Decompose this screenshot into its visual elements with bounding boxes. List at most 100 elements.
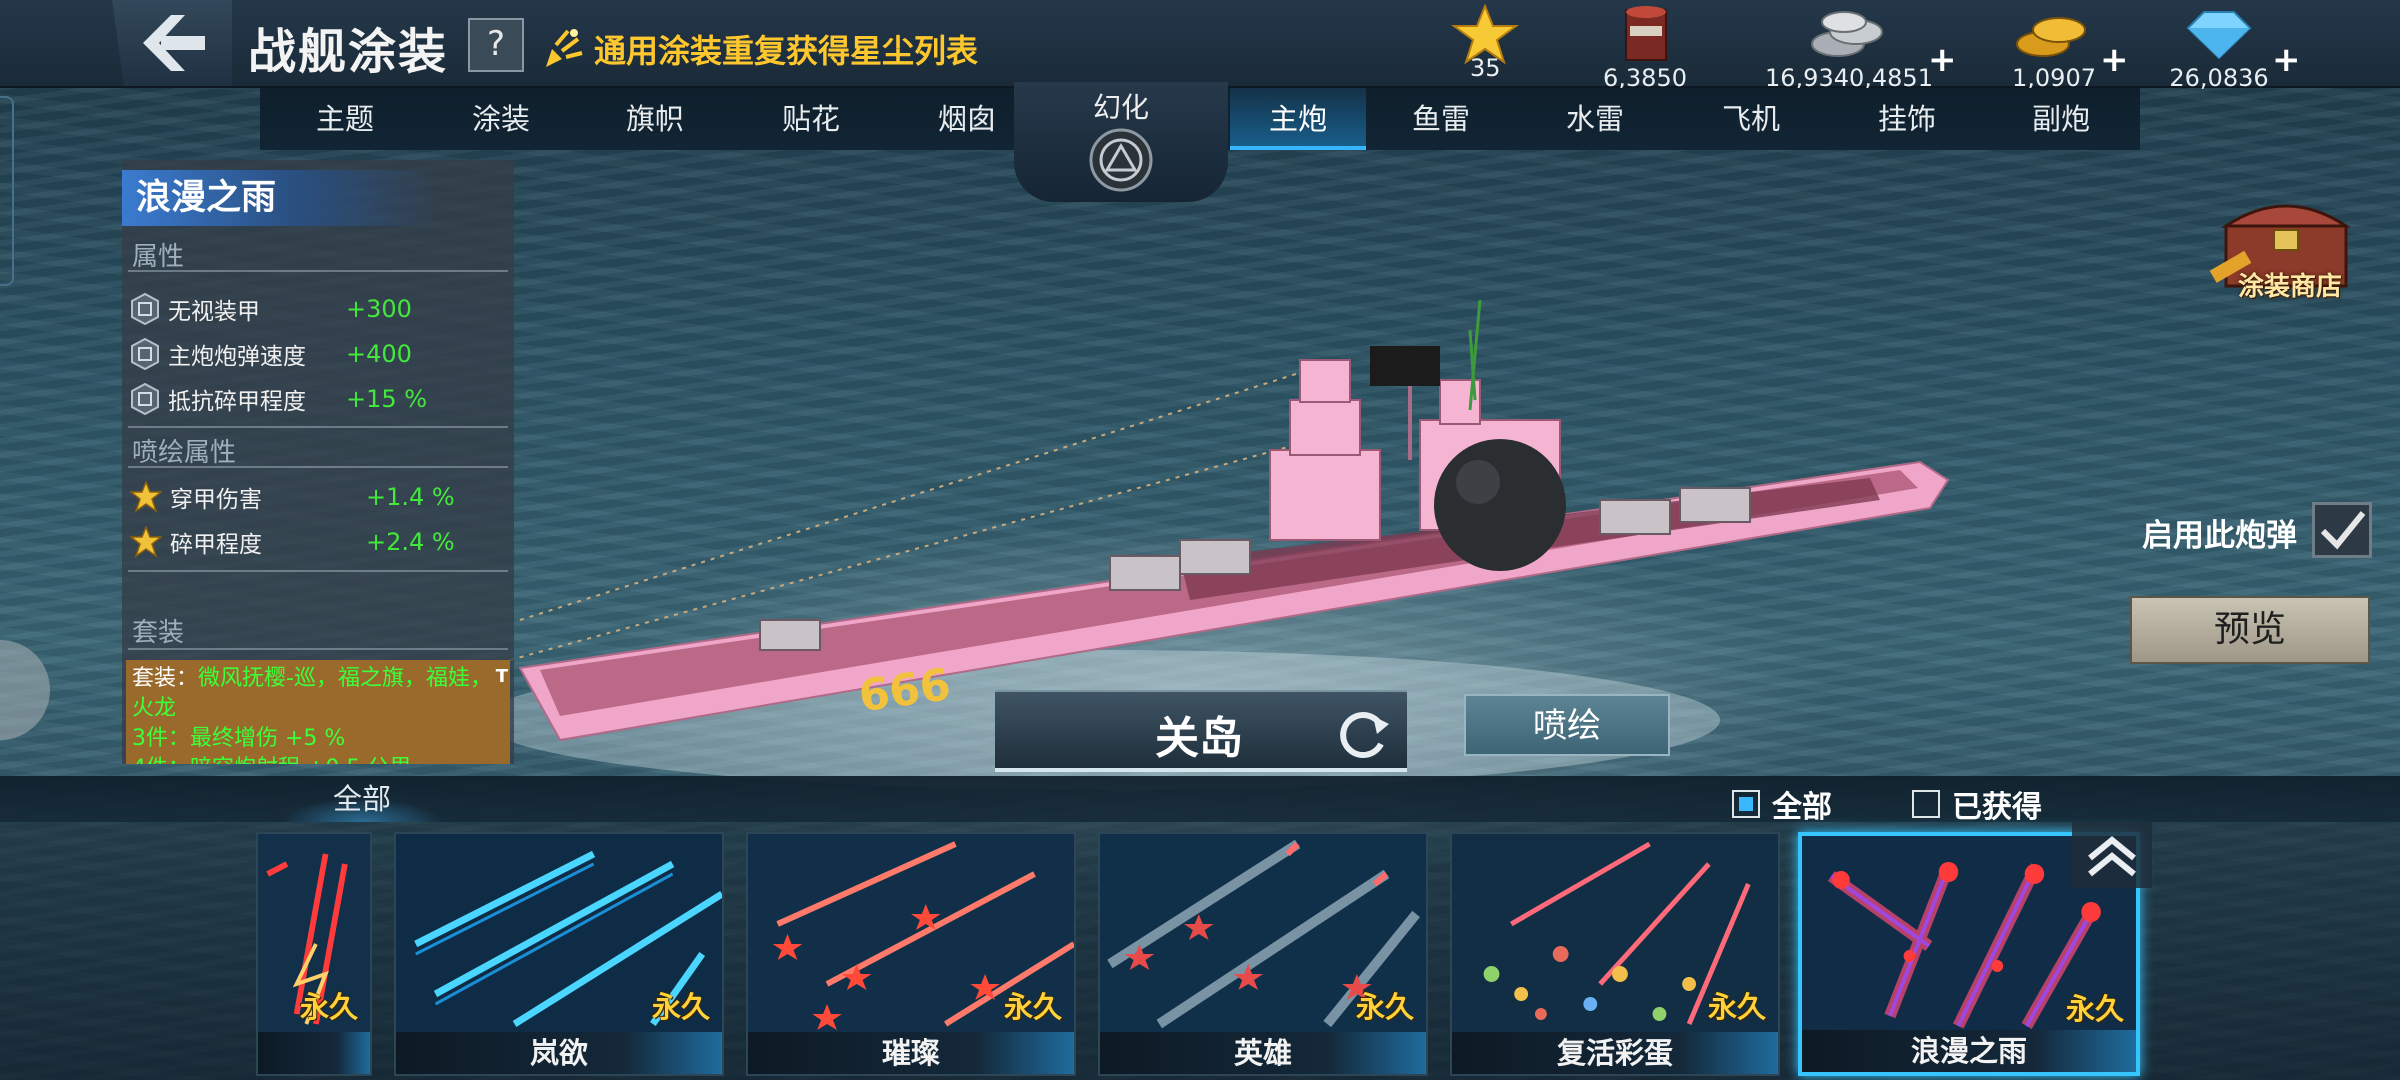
tab-mine[interactable]: 水雷 <box>1540 88 1650 150</box>
skin-card-name <box>258 1032 370 1074</box>
paint-shop-button[interactable]: 涂装商店 <box>2208 186 2358 306</box>
resource-diamond[interactable]: 26,0836 + <box>2164 4 2301 92</box>
attribute-value: +15 % <box>346 385 428 413</box>
divider <box>128 648 508 650</box>
spray-attribute-row: 碎甲程度 +2.4 % <box>130 523 455 561</box>
hexagon-icon <box>131 383 159 415</box>
hexagon-icon <box>131 293 159 325</box>
attribute-name: 抵抗碎甲程度 <box>168 389 306 415</box>
skin-card-name: 岚欲 <box>396 1032 722 1074</box>
attributes-title: 属性 <box>132 242 185 272</box>
attribute-row: 主炮炮弹速度 +400 <box>130 335 412 373</box>
resource-stars: 35 <box>1450 3 1520 82</box>
star-icon <box>130 481 162 513</box>
page-title: 战舰涂装 <box>248 24 449 80</box>
set-description-box[interactable]: 套装：微风抚樱-巡，福之旗，福娃，火龙 3件：最终增伤 +5 % 4件：暗突炮射… <box>126 660 510 764</box>
checkbox-checked-icon <box>1732 790 1760 818</box>
spray-attribute-value: +1.4 % <box>366 483 455 511</box>
resource-silver[interactable]: 16,9340,4851 + <box>1764 4 1957 92</box>
set-label: 套装： <box>132 666 199 691</box>
gold-coins-icon <box>2016 17 2086 57</box>
resource-paint: 6,3850 <box>1600 4 1690 92</box>
permanent-tag: 永久 <box>651 990 710 1024</box>
tab-ornament[interactable]: 挂饰 <box>1852 88 1962 150</box>
swap-ship-icon[interactable] <box>1335 706 1391 762</box>
skin-card[interactable]: 永久 <box>256 832 372 1076</box>
divider <box>128 426 508 428</box>
tab-flag[interactable]: 旗帜 <box>600 88 710 150</box>
divider <box>128 570 508 572</box>
skin-card[interactable]: 永久 岚欲 <box>394 832 724 1076</box>
set-bonus-3: 3件：最终增伤 +5 % <box>132 726 346 751</box>
filter-checkbox-owned[interactable]: 已获得 <box>1912 782 2042 826</box>
tab-secondary-gun[interactable]: 副炮 <box>2006 88 2116 150</box>
spray-attribute-value: +2.4 % <box>366 528 455 556</box>
attribute-name: 主炮炮弹速度 <box>168 344 306 370</box>
attribute-name: 无视装甲 <box>168 299 260 325</box>
permanent-tag: 永久 <box>1003 990 1062 1024</box>
diamond-icon <box>2186 11 2252 60</box>
permanent-tag: 永久 <box>2065 992 2124 1026</box>
tab-theme[interactable]: 主题 <box>290 88 400 150</box>
tab-transform[interactable]: 幻化 <box>1014 82 1228 202</box>
star-icon <box>130 526 162 558</box>
checkmark-icon <box>2320 511 2366 550</box>
filter-tab-all[interactable]: 全部 <box>282 776 442 822</box>
preview-button[interactable]: 预览 <box>2130 596 2370 664</box>
set-bonus-4: 4件：暗突炮射程 +0.5 公里 <box>132 756 411 764</box>
filter-all-label: 全部 <box>1772 790 1832 825</box>
enable-shell-label: 启用此炮弹 <box>2142 518 2297 554</box>
stars-value: 35 <box>1470 54 1501 82</box>
filter-owned-label: 已获得 <box>1952 790 2042 825</box>
tab-paint[interactable]: 涂装 <box>446 88 556 150</box>
skin-info-panel: 浪漫之雨 属性 无视装甲 +300 主炮炮弹速度 +400 抵抗碎甲程度 +15… <box>122 160 514 764</box>
stardust-link-label: 通用涂装重复获得星尘列表 <box>594 32 979 70</box>
silver-plus-icon[interactable]: + <box>1928 40 1957 80</box>
spray-attribute-row: 穿甲伤害 +1.4 % <box>130 478 455 516</box>
set-title: 套装 <box>132 618 185 648</box>
permanent-tag: 永久 <box>1707 990 1766 1024</box>
tab-decal[interactable]: 贴花 <box>756 88 866 150</box>
attribute-value: +400 <box>346 340 412 368</box>
back-arrow-icon <box>143 15 205 71</box>
skin-card-name: 璀璨 <box>748 1032 1074 1074</box>
paint-bucket-icon <box>1625 6 1667 61</box>
stardust-icon <box>546 29 583 67</box>
diamond-value: 26,0836 <box>2169 64 2269 92</box>
stardust-list-link[interactable]: 通用涂装重复获得星尘列表 <box>540 26 978 72</box>
tab-funnel[interactable]: 烟囱 <box>912 88 1022 150</box>
skin-name-title: 浪漫之雨 <box>122 170 436 226</box>
silver-coins-icon <box>1811 11 1883 57</box>
transform-emblem-icon <box>1089 128 1153 192</box>
back-button[interactable] <box>112 0 232 86</box>
set-toggle-label[interactable]: T <box>496 662 508 692</box>
hexagon-icon <box>131 338 159 370</box>
skin-card[interactable]: 永久 复活彩蛋 <box>1450 832 1780 1076</box>
resource-gold[interactable]: 1,0907 + <box>2006 4 2129 92</box>
filter-bar: 全部 全部 已获得 <box>0 776 2400 825</box>
divider <box>128 466 508 468</box>
tab-torpedo[interactable]: 鱼雷 <box>1386 88 1496 150</box>
paint-shop-label: 涂装商店 <box>2238 272 2343 302</box>
tab-aircraft[interactable]: 飞机 <box>1696 88 1806 150</box>
spray-attribute-name: 碎甲程度 <box>170 532 262 558</box>
ship-select-bar[interactable]: 关岛 <box>995 690 1407 772</box>
checkbox-empty-icon <box>1912 790 1940 818</box>
collapse-button[interactable] <box>2072 822 2152 888</box>
skin-card-name: 浪漫之雨 <box>1802 1030 2136 1072</box>
diamond-plus-icon[interactable]: + <box>2272 40 2301 80</box>
gold-plus-icon[interactable]: + <box>2100 40 2129 80</box>
skin-card[interactable]: 永久 璀璨 <box>746 832 1076 1076</box>
enable-shell-checkbox[interactable] <box>2312 502 2372 558</box>
chevron-up-double-icon <box>2088 836 2136 877</box>
attribute-row: 无视装甲 +300 <box>130 290 412 328</box>
spray-attributes-title: 喷绘属性 <box>132 438 237 468</box>
attribute-row: 抵抗碎甲程度 +15 % <box>130 380 427 418</box>
spray-button[interactable]: 喷绘 <box>1464 694 1670 756</box>
permanent-tag: 永久 <box>299 990 358 1024</box>
filter-checkbox-all[interactable]: 全部 <box>1732 782 1832 826</box>
skin-card-name: 英雄 <box>1100 1032 1426 1074</box>
help-button[interactable]: ? <box>468 18 524 72</box>
tab-main-gun[interactable]: 主炮 <box>1230 88 1366 150</box>
skin-card[interactable]: 永久 英雄 <box>1098 832 1428 1076</box>
